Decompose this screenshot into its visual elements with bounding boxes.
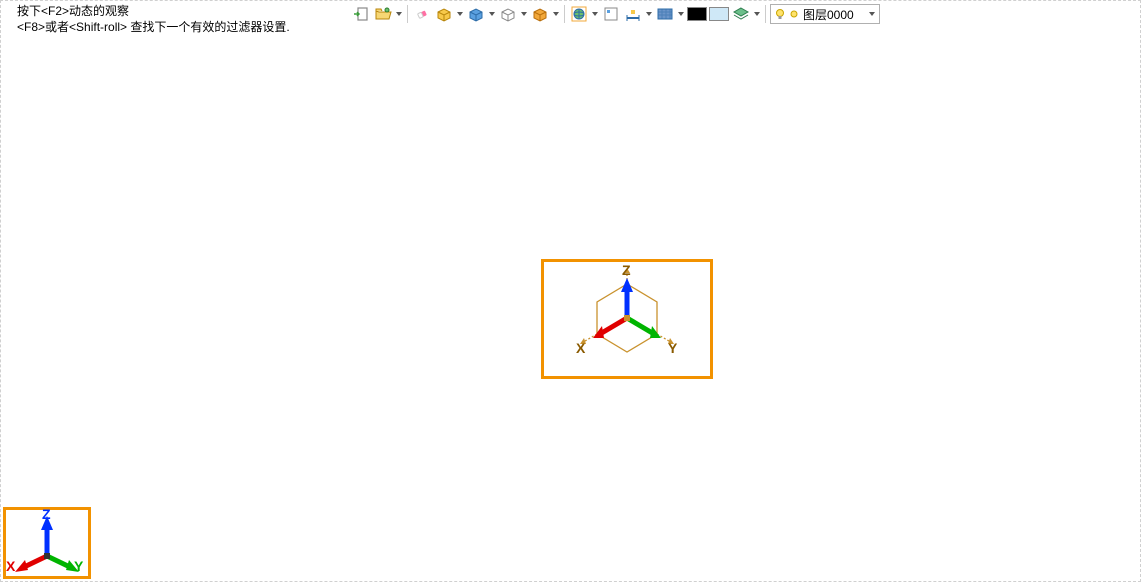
ucs-corner-widget[interactable]: Z X Y [3, 507, 91, 579]
grid-icon[interactable] [655, 4, 675, 24]
grid-dropdown-icon[interactable] [677, 4, 685, 24]
separator [765, 5, 766, 23]
swatch-lightblue[interactable] [709, 4, 729, 24]
chevron-down-icon [869, 12, 875, 16]
axis-z-label: Z [622, 262, 631, 278]
globe-dropdown-icon[interactable] [591, 4, 599, 24]
cube-gold-dropdown-icon[interactable] [552, 4, 560, 24]
separator [564, 5, 565, 23]
globe-icon[interactable] [569, 4, 589, 24]
ucs-center-widget[interactable]: Z X Y [541, 259, 713, 379]
cube-wire-icon[interactable] [498, 4, 518, 24]
cube-blue-dropdown-icon[interactable] [488, 4, 496, 24]
cube-blue-icon[interactable] [466, 4, 486, 24]
layers-dropdown-icon[interactable] [753, 4, 761, 24]
axis-x-label: X [576, 340, 585, 356]
cube-wire-dropdown-icon[interactable] [520, 4, 528, 24]
dimension-icon[interactable] [623, 4, 643, 24]
axis-y-label: Y [668, 340, 677, 356]
folder-open-icon[interactable] [373, 4, 393, 24]
export-icon[interactable] [351, 4, 371, 24]
corner-axis-z-label: Z [42, 506, 51, 522]
sun-icon [789, 9, 799, 19]
cube-gold-icon[interactable] [530, 4, 550, 24]
ucs-center-graphic [544, 262, 710, 376]
folder-dropdown-icon[interactable] [395, 4, 403, 24]
toolbar: 图层0000 [351, 3, 880, 25]
separator [407, 5, 408, 23]
viewport[interactable]: Z X Y Z X Y [1, 29, 1140, 581]
swatch-black[interactable] [687, 4, 707, 24]
layers-icon[interactable] [731, 4, 751, 24]
dimension-dropdown-icon[interactable] [645, 4, 653, 24]
layer-label: 图层0000 [803, 6, 854, 23]
corner-axis-y-label: Y [74, 558, 83, 574]
corner-axis-x-label: X [6, 558, 15, 574]
package-icon[interactable] [434, 4, 454, 24]
eraser-icon[interactable] [412, 4, 432, 24]
hint-line-1: 按下<F2>动态的观察 [17, 3, 290, 19]
package-dropdown-icon[interactable] [456, 4, 464, 24]
page-icon[interactable] [601, 4, 621, 24]
layer-selector[interactable]: 图层0000 [770, 4, 880, 24]
bulb-icon [775, 9, 785, 19]
